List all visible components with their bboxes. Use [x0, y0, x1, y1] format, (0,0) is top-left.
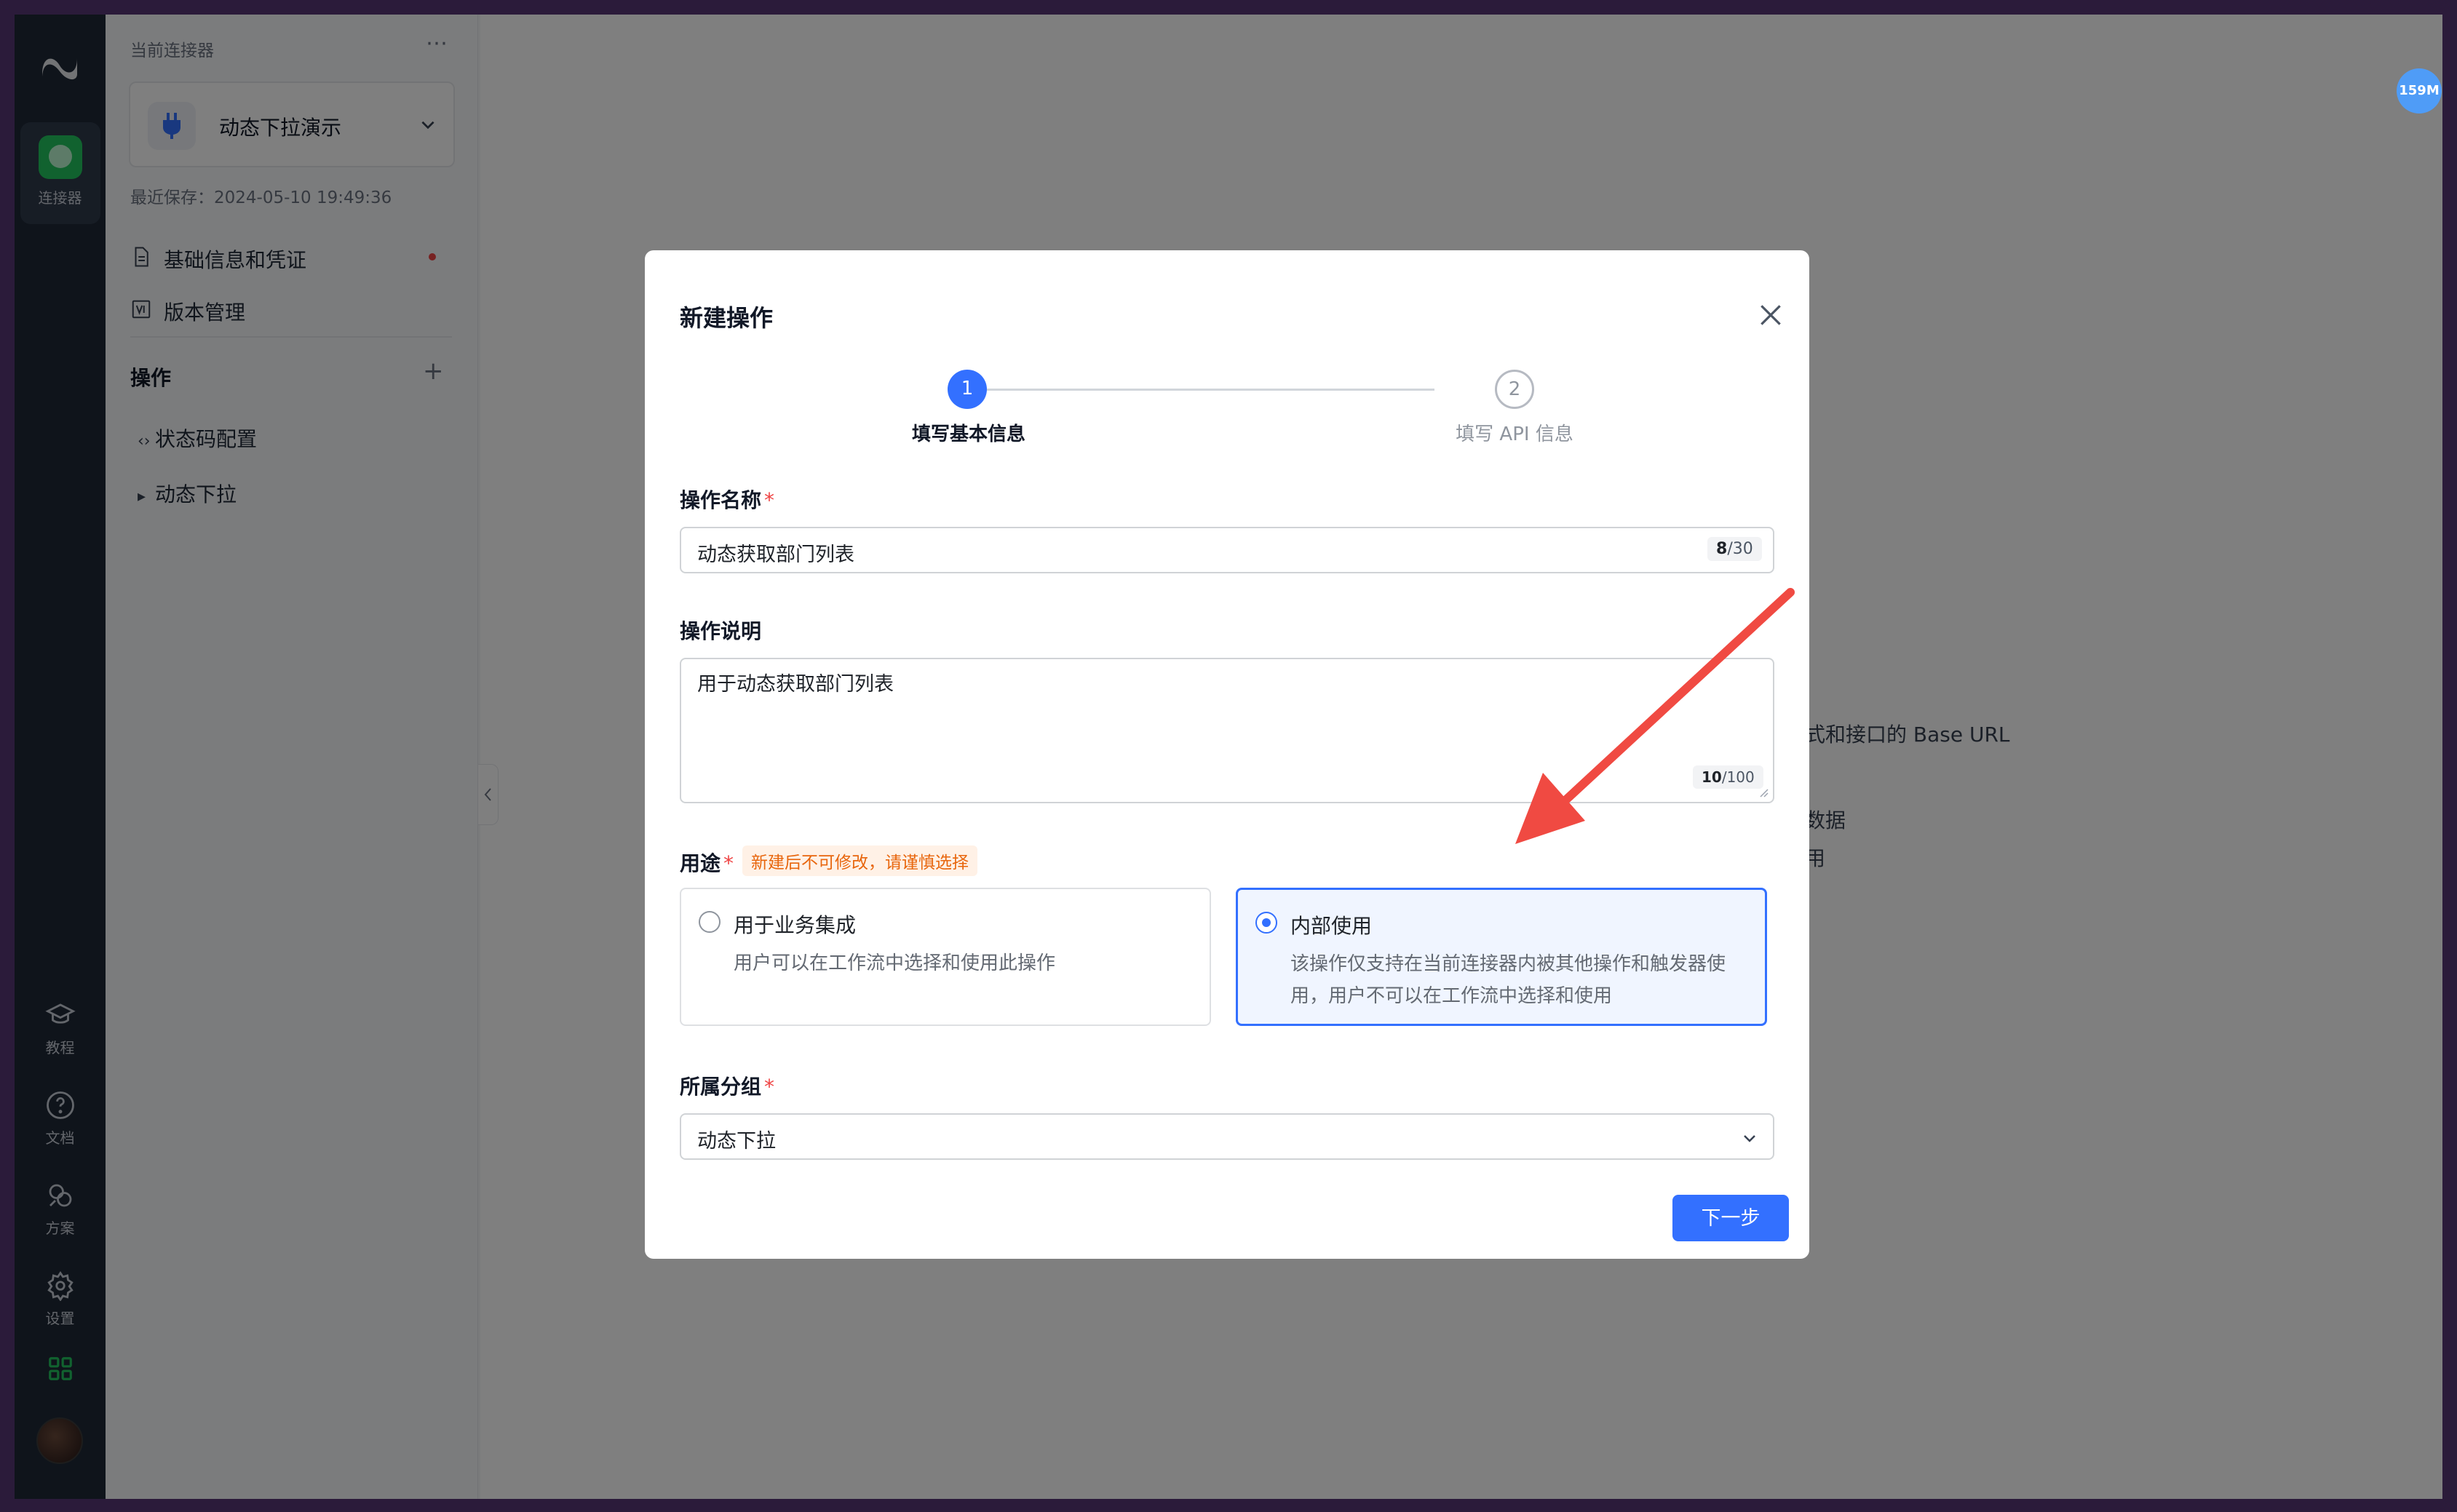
- step-2-indicator: 2: [1495, 370, 1534, 409]
- usage-option-internal[interactable]: 内部使用 该操作仅支持在当前连接器内被其他操作和触发器使用，用户不可以在工作流中…: [1236, 888, 1767, 1026]
- group-label: 所属分组 *: [680, 1075, 775, 1099]
- next-step-button[interactable]: 下一步: [1672, 1195, 1789, 1241]
- usage-option-desc: 用户可以在工作流中选择和使用此操作: [734, 952, 1056, 974]
- usage-option-title: 用于业务集成: [734, 913, 857, 937]
- dialog-title: 新建操作: [680, 304, 774, 332]
- radio-button[interactable]: [699, 911, 721, 933]
- radio-button-selected[interactable]: [1255, 912, 1277, 934]
- operation-name-label: 操作名称 *: [680, 488, 775, 512]
- operation-desc-value: 用于动态获取部门列表: [697, 673, 894, 696]
- usage-option-business[interactable]: 用于业务集成 用户可以在工作流中选择和使用此操作: [680, 888, 1211, 1026]
- operation-name-value: 动态获取部门列表: [697, 544, 854, 566]
- operation-name-input[interactable]: 动态获取部门列表 8/30: [680, 527, 1774, 573]
- usage-label: 用途 * 新建后不可修改，请谨慎选择: [680, 845, 978, 877]
- step-1-indicator: 1: [948, 370, 987, 409]
- app-window: 连接器 教程 文档 方案 设置 当前连接器 ⋯ 动态下拉演示: [15, 15, 2442, 1499]
- usage-option-desc: 该操作仅支持在当前连接器内被其他操作和触发器使用，用户不可以在工作流中选择和使用: [1290, 953, 1726, 1007]
- required-mark: *: [764, 488, 775, 512]
- close-icon[interactable]: [1757, 301, 1785, 329]
- operation-desc-label: 操作说明: [680, 619, 762, 643]
- group-select-value: 动态下拉: [697, 1130, 776, 1153]
- chevron-down-icon: [1744, 1135, 1755, 1142]
- steps-connector-line: [954, 389, 1434, 391]
- usage-option-title: 内部使用: [1290, 914, 1373, 938]
- required-mark: *: [723, 851, 734, 875]
- step-1-label: 填写基本信息: [911, 423, 1025, 445]
- annotation-arrow-icon: [1515, 588, 1795, 844]
- step-2-label: 填写 API 信息: [1456, 423, 1573, 445]
- char-counter: 8/30: [1707, 537, 1762, 561]
- group-select[interactable]: 动态下拉: [680, 1113, 1774, 1160]
- memory-badge: 159M: [2397, 68, 2442, 114]
- required-mark: *: [764, 1075, 775, 1099]
- usage-warning-tag: 新建后不可修改，请谨慎选择: [742, 845, 978, 876]
